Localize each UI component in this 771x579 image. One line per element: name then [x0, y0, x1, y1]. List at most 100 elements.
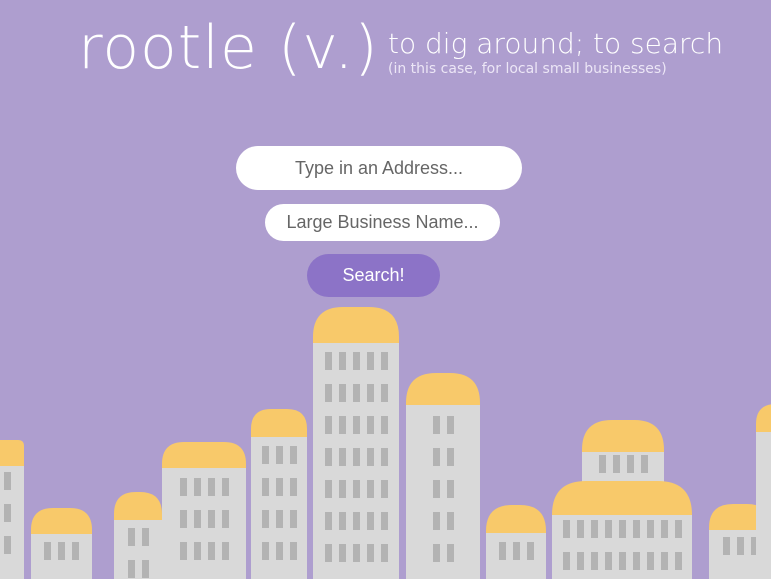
building-window: [339, 384, 346, 402]
building-window: [208, 478, 215, 496]
building-roof: [582, 420, 664, 452]
building-window: [605, 520, 612, 538]
building-window: [381, 480, 388, 498]
building-window: [647, 552, 654, 570]
building-window: [499, 542, 506, 560]
building-window: [381, 544, 388, 562]
building-window: [339, 352, 346, 370]
building-window: [222, 478, 229, 496]
building-window: [675, 552, 682, 570]
building-window: [290, 478, 297, 496]
building-window: [208, 510, 215, 528]
building: [114, 520, 162, 579]
building-window: [353, 544, 360, 562]
building-window: [367, 416, 374, 434]
building-window: [180, 510, 187, 528]
building-window: [661, 552, 668, 570]
building-roof: [0, 440, 24, 466]
building-window: [447, 448, 454, 466]
building-window: [367, 448, 374, 466]
building-window: [577, 552, 584, 570]
building-window: [447, 480, 454, 498]
building-window: [433, 512, 440, 530]
building-window: [194, 478, 201, 496]
building-window: [325, 544, 332, 562]
building: [0, 466, 24, 579]
building-window: [4, 536, 11, 554]
building-window: [353, 512, 360, 530]
building-window: [381, 512, 388, 530]
building-window: [262, 478, 269, 496]
building-window: [325, 512, 332, 530]
building-window: [180, 478, 187, 496]
building-window: [353, 352, 360, 370]
building-window: [381, 384, 388, 402]
building-window: [633, 552, 640, 570]
building-window: [4, 504, 11, 522]
building-window: [513, 542, 520, 560]
building-window: [633, 520, 640, 538]
building-window: [208, 542, 215, 560]
building-window: [44, 542, 51, 560]
building-window: [128, 560, 135, 578]
building-window: [58, 542, 65, 560]
building-window: [276, 446, 283, 464]
building-window: [325, 416, 332, 434]
building-window: [290, 510, 297, 528]
building-window: [142, 560, 149, 578]
building-window: [339, 448, 346, 466]
building-roof: [552, 481, 692, 515]
building-window: [325, 352, 332, 370]
building-window: [262, 542, 269, 560]
building-roof: [486, 505, 546, 533]
building-window: [433, 416, 440, 434]
building-window: [605, 552, 612, 570]
building-window: [381, 448, 388, 466]
building: [406, 405, 480, 579]
building-window: [381, 352, 388, 370]
building-window: [194, 542, 201, 560]
building-window: [447, 416, 454, 434]
building-window: [737, 537, 744, 555]
building-window: [723, 537, 730, 555]
building-window: [613, 455, 620, 473]
building-window: [591, 552, 598, 570]
building-window: [433, 480, 440, 498]
building-window: [180, 542, 187, 560]
building-window: [72, 542, 79, 560]
building-window: [290, 446, 297, 464]
building-window: [290, 542, 297, 560]
building-window: [619, 552, 626, 570]
building-roof: [251, 409, 307, 437]
building-window: [527, 542, 534, 560]
building-window: [433, 448, 440, 466]
building-window: [647, 520, 654, 538]
building-window: [262, 510, 269, 528]
building-window: [367, 480, 374, 498]
building-window: [339, 416, 346, 434]
building-window: [353, 448, 360, 466]
building-window: [353, 416, 360, 434]
building-window: [128, 528, 135, 546]
building-window: [433, 544, 440, 562]
building-window: [276, 510, 283, 528]
city-skyline-illustration: [0, 307, 771, 579]
building-roof: [114, 492, 162, 520]
building-window: [222, 542, 229, 560]
building-window: [367, 544, 374, 562]
building-window: [353, 480, 360, 498]
building-window: [367, 384, 374, 402]
building-window: [675, 520, 682, 538]
building-roof: [313, 307, 399, 343]
building-roof: [162, 442, 246, 468]
building-window: [262, 446, 269, 464]
building-window: [339, 480, 346, 498]
building-window: [381, 416, 388, 434]
building-window: [276, 478, 283, 496]
building-window: [4, 472, 11, 490]
building-roof: [756, 404, 771, 432]
building-window: [222, 510, 229, 528]
building-window: [325, 448, 332, 466]
building-window: [325, 384, 332, 402]
building-window: [353, 384, 360, 402]
